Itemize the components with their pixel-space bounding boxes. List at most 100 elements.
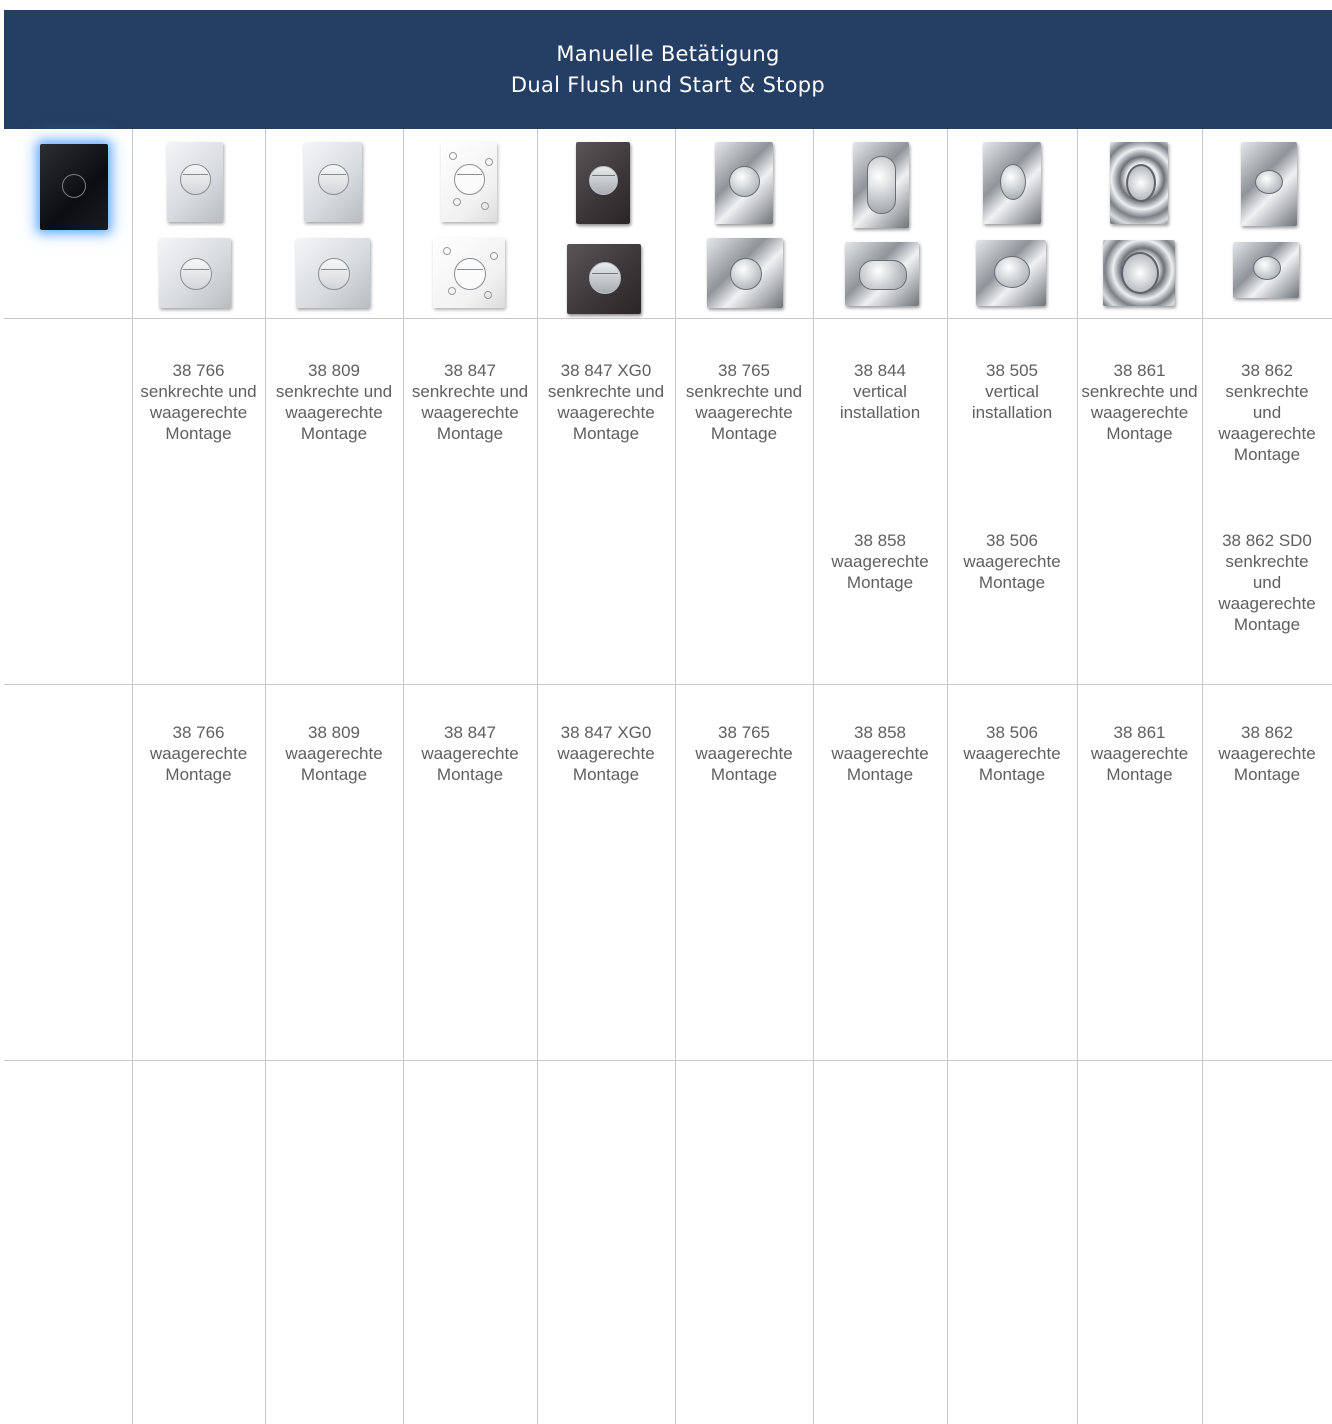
row-divider [4, 318, 1332, 319]
chrome-pill-horizontal-plate-icon [845, 242, 919, 306]
flush-button-icon [180, 258, 212, 290]
row2-cell: 38 847 waagerechte Montage [403, 722, 537, 785]
chrome-round-horizontal-plate-icon [707, 238, 783, 308]
installation-note: waagerechte [963, 744, 1061, 763]
row2-cell: 38 765 waagerechte Montage [675, 722, 813, 785]
installation-note: waagerechte [695, 744, 793, 763]
row2-cell: 38 862 waagerechte Montage [1202, 722, 1332, 785]
installation-note: und [1252, 573, 1282, 592]
row1-cell: 38 844 vertical installation [813, 360, 947, 423]
decor-flower-icon [449, 152, 457, 160]
article-number: 38 506 [986, 531, 1038, 550]
button-divider [183, 174, 208, 175]
installation-note: senkrechte und [547, 382, 665, 401]
flush-button-icon [454, 258, 486, 290]
chrome-pill-vertical-plate-icon [853, 142, 909, 228]
row2-cell: 38 809 waagerechte Montage [265, 722, 403, 785]
installation-note: waagerechte [285, 744, 383, 763]
installation-note: Montage [436, 765, 504, 784]
row1-extra-cell: 38 506 waagerechte Montage [947, 530, 1077, 593]
decor-flower-icon [443, 246, 452, 255]
matte-silver-round-vertical-plate-icon [304, 142, 362, 222]
installation-note: waagerechte [1218, 744, 1316, 763]
chrome-wave-horizontal-plate-icon [1103, 240, 1175, 306]
installation-note: waagerechte [1090, 403, 1189, 422]
installation-note: Montage [572, 765, 640, 784]
flush-button-icon [454, 164, 485, 195]
table-header: Manuelle Betätigung Dual Flush und Start… [4, 10, 1332, 129]
article-number: 38 858 [854, 723, 906, 742]
chrome-oval-horizontal-plate-icon [976, 240, 1046, 306]
flush-button-icon [62, 174, 86, 198]
header-title-line1: Manuelle Betätigung [556, 41, 780, 66]
header-title-line2: Dual Flush und Start & Stopp [510, 72, 826, 97]
installation-note: senkrechte und [275, 382, 393, 401]
installation-note: waagerechte [557, 403, 655, 422]
article-number: 38 844 [854, 361, 906, 380]
article-number: 38 862 SD0 [1222, 531, 1312, 550]
installation-note: waagerechte [831, 552, 929, 571]
button-divider [732, 176, 757, 177]
chrome-small-round-vertical-plate-icon [1241, 142, 1297, 226]
row1-cell: 38 847 senkrechte und waagerechte Montage [403, 360, 537, 444]
chrome-small-round-horizontal-plate-icon [1233, 242, 1299, 298]
article-number: 38 862 [1241, 723, 1293, 742]
installation-note: waagerechte [695, 403, 793, 422]
button-divider [321, 269, 347, 270]
row2-cell: 38 861 waagerechte Montage [1077, 722, 1202, 785]
chrome-round-vertical-plate-icon [715, 142, 773, 224]
installation-note: Montage [1233, 445, 1301, 464]
flush-button-icon [180, 164, 211, 195]
button-divider [321, 174, 346, 175]
dark-grey-round-horizontal-plate-icon [567, 244, 641, 314]
article-number: 38 766 [172, 723, 225, 742]
flush-button-icon [994, 256, 1030, 288]
row-divider [4, 1060, 1332, 1061]
installation-note: Montage [978, 765, 1046, 784]
row1-cell: 38 505 vertical installation [947, 360, 1077, 423]
row1-cell: 38 809 senkrechte und waagerechte Montage [265, 360, 403, 444]
article-number: 38 765 [718, 361, 770, 380]
installation-note: waagerechte [1090, 744, 1189, 763]
installation-note: Montage [572, 424, 640, 443]
matte-silver-round-horizontal-plate-icon [296, 238, 370, 308]
white-decor-round-vertical-plate-icon [441, 142, 497, 222]
installation-note: Montage [978, 573, 1046, 592]
silver-round-vertical-plate-icon [167, 142, 223, 222]
installation-note: Montage [846, 765, 914, 784]
button-divider [457, 174, 482, 175]
row1-cell: 38 765 senkrechte und waagerechte Montage [675, 360, 813, 444]
installation-note: Montage [710, 424, 778, 443]
row2-cell: 38 858 waagerechte Montage [813, 722, 947, 785]
chrome-wave-vertical-plate-icon [1110, 142, 1168, 224]
installation-note: Montage [1106, 424, 1173, 443]
button-divider [592, 273, 618, 274]
article-number: 38 809 [308, 361, 360, 380]
installation-note: waagerechte [285, 403, 383, 422]
flush-button-icon [318, 164, 349, 195]
installation-note: und [1252, 403, 1282, 422]
installation-note: senkrechte und [1081, 382, 1198, 401]
installation-note: waagerechte [963, 552, 1061, 571]
silver-round-horizontal-plate-icon [159, 238, 231, 308]
flush-button-icon [729, 166, 760, 197]
article-number: 38 862 [1241, 361, 1293, 380]
installation-note: waagerechte [831, 744, 929, 763]
installation-note: Montage [710, 765, 778, 784]
row2-cell: 38 766 waagerechte Montage [132, 722, 265, 785]
flush-button-icon [1126, 164, 1156, 202]
flush-button-icon [859, 260, 907, 290]
dark-grey-round-vertical-plate-icon [576, 142, 630, 224]
flush-button-icon [1253, 256, 1281, 280]
article-number: 38 809 [308, 723, 360, 742]
installation-note: vertical [985, 382, 1039, 401]
white-decor-round-horizontal-plate-icon [433, 238, 505, 308]
installation-note: Montage [1233, 615, 1301, 634]
row1-cell: 38 766 senkrechte und waagerechte Montage [132, 360, 265, 444]
installation-note: senkrechte und [685, 382, 803, 401]
row2-cell: 38 506 waagerechte Montage [947, 722, 1077, 785]
installation-note: waagerechte [149, 744, 248, 763]
installation-note: Montage [436, 424, 504, 443]
installation-note: waagerechte [1218, 594, 1316, 613]
flush-button-icon [1121, 252, 1159, 294]
